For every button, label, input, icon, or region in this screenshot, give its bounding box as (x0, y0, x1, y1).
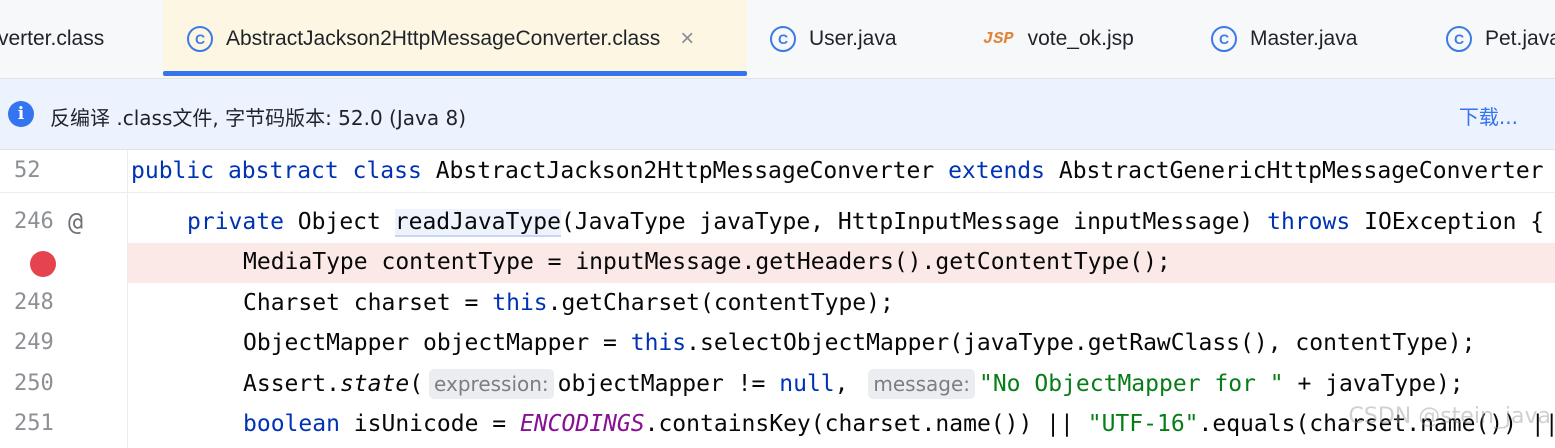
editor-tab-bar: verter.class C AbstractJackson2HttpMessa… (0, 0, 1555, 78)
code-line: 250 Assert.state(expression: objectMapper… (0, 365, 1555, 405)
jsp-icon: JSP (983, 29, 1014, 49)
tab-vote-ok-jsp[interactable]: JSP vote_ok.jsp (983, 0, 1134, 78)
code-line: 249 ObjectMapper objectMapper = this.sel… (0, 324, 1555, 364)
line-number: 250 (14, 371, 54, 396)
method-name: readJavaType (394, 209, 561, 237)
code-text: Charset charset = this.getCharset(conten… (243, 290, 894, 316)
code-area: public abstract class AbstractJackson2Ht… (128, 152, 1555, 192)
code-line-breakpoint: MediaType contentType = inputMessage.get… (0, 243, 1555, 283)
banner-message: 反编译 .class文件, 字节码版本: 52.0 (Java 8) (50, 106, 466, 130)
line-number: 251 (14, 411, 54, 436)
line-number: 249 (14, 330, 54, 355)
code-area: ObjectMapper objectMapper = this.selectO… (128, 324, 1555, 364)
code-area: Charset charset = this.getCharset(conten… (128, 284, 1555, 324)
code-text: MediaType contentType = inputMessage.get… (243, 249, 1171, 275)
tab-label: verter.class (0, 27, 105, 50)
tab-label: User.java (809, 27, 897, 50)
code-line: 248 Charset charset = this.getCharset(co… (0, 284, 1555, 324)
class-icon: C (1211, 26, 1237, 52)
code-line: 52 public abstract class AbstractJackson… (0, 152, 1555, 193)
tab-master-java[interactable]: C Master.java (1211, 0, 1357, 78)
code-text: private Object readJavaType(JavaType jav… (187, 209, 1545, 237)
tab-user-java[interactable]: C User.java (770, 0, 897, 78)
code-text: public abstract class AbstractJackson2Ht… (131, 158, 1544, 184)
tab-abstract-jackson-converter[interactable]: C AbstractJackson2HttpMessageConverter.c… (163, 0, 747, 78)
code-area: boolean isUnicode = ENCODINGS.containsKe… (128, 405, 1555, 445)
close-icon[interactable]: × (680, 25, 694, 53)
code-editor[interactable]: 52 public abstract class AbstractJackson… (0, 150, 1555, 448)
code-text: ObjectMapper objectMapper = this.selectO… (243, 330, 1476, 356)
code-line: 251 boolean isUnicode = ENCODINGS.contai… (0, 405, 1555, 445)
tab-label: Master.java (1250, 27, 1358, 50)
decompiled-info-banner: i 反编译 .class文件, 字节码版本: 52.0 (Java 8) 下载.… (0, 78, 1555, 150)
class-icon: C (770, 26, 796, 52)
tab-pet-java[interactable]: C Pet.java (1446, 0, 1555, 78)
download-sources-link[interactable]: 下载... (1459, 101, 1518, 130)
parameter-hint: expression: (429, 369, 554, 399)
tab-label: Pet.java (1485, 27, 1555, 50)
code-area: private Object readJavaType(JavaType jav… (128, 203, 1555, 243)
line-number: 52 (14, 158, 41, 183)
code-line: 246 @ private Object readJavaType(JavaTy… (0, 203, 1555, 243)
info-icon: i (8, 101, 34, 127)
line-number: 246 (14, 209, 54, 234)
breakpoint-icon[interactable] (30, 251, 56, 277)
code-area: MediaType contentType = inputMessage.get… (128, 243, 1555, 283)
tab-label: AbstractJackson2HttpMessageConverter.cla… (226, 27, 661, 50)
parameter-hint: message: (868, 369, 975, 399)
code-text: Assert.state(expression: objectMapper != … (243, 369, 1464, 399)
tab-label: vote_ok.jsp (1027, 27, 1134, 50)
class-icon: C (187, 26, 213, 52)
line-number: 248 (14, 290, 54, 315)
watermark: CSDN @stein_java (1348, 404, 1552, 429)
code-area: Assert.state(expression: objectMapper != … (128, 365, 1555, 405)
overrides-at-icon[interactable]: @ (68, 207, 83, 236)
tab-converter-class[interactable]: verter.class (0, 0, 104, 78)
class-icon: C (1446, 26, 1472, 52)
